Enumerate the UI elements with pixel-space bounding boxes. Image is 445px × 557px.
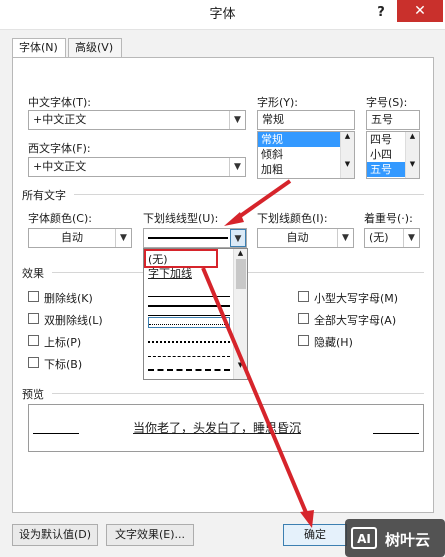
annotation-arrow-2 bbox=[201, 267, 309, 516]
annotation-overlay bbox=[201, 179, 314, 528]
watermark-text: 树叶云 bbox=[385, 531, 431, 549]
arrow-head-icon bbox=[300, 510, 314, 528]
watermark: AI 树叶云 bbox=[345, 519, 445, 557]
watermark-logo: AI bbox=[351, 527, 377, 549]
annotation-arrow-1 bbox=[234, 179, 292, 221]
